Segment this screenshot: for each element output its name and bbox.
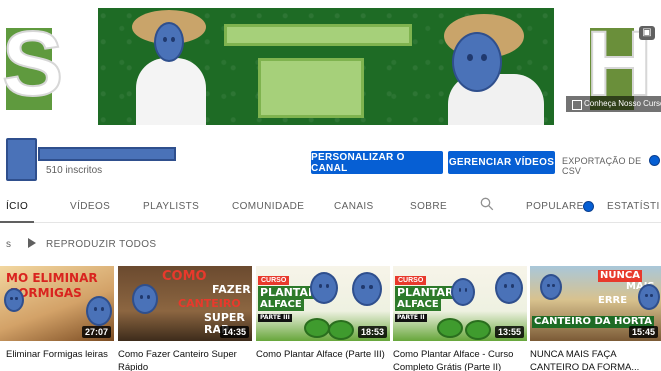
thumbnail-text: SUPER	[204, 311, 245, 324]
video-duration: 14:35	[219, 326, 249, 338]
banner-left-letter: S	[1, 13, 64, 115]
play-icon	[28, 238, 36, 248]
redacted-face	[86, 296, 112, 326]
banner-link[interactable]: Conheça Nosso Curso	[566, 96, 661, 112]
video-thumbnail[interactable]: CURSO PLANTAR ALFACE PARTE III 18:53	[256, 266, 390, 341]
redacted-face	[154, 22, 184, 62]
video-duration: 15:45	[628, 326, 658, 338]
thumbnail-tag: CURSO	[395, 276, 427, 285]
video-title[interactable]: Como Plantar Alface - Curso Completo Grá…	[393, 348, 523, 371]
banner-left-panel: S	[0, 0, 98, 118]
tab-videos[interactable]: VÍDEOS	[70, 201, 110, 212]
customize-channel-button[interactable]: PERSONALIZAR O CANAL	[311, 151, 443, 174]
redacted-face	[4, 288, 24, 312]
video-duration: 27:07	[81, 326, 111, 338]
redacted-face	[452, 32, 502, 92]
channel-banner	[98, 8, 554, 125]
thumbnail-text: ALFACE	[258, 299, 304, 311]
video-thumbnail[interactable]: CURSO PLANTAR ALFACE PARTE II 13:55	[393, 266, 527, 341]
thumbnail-text: MO ELIMINAR	[6, 271, 98, 285]
redacted-face	[638, 284, 660, 310]
tab-channels[interactable]: CANAIS	[334, 201, 374, 212]
redacted-face	[310, 272, 338, 304]
banner-right-panel: H ▣ Conheça Nosso Curso	[566, 0, 661, 118]
stats-tab[interactable]: ESTATÍSTI	[607, 201, 660, 212]
video-duration: 18:53	[357, 326, 387, 338]
play-all-button[interactable]: REPRODUZIR TODOS	[46, 239, 157, 250]
info-icon	[583, 201, 594, 212]
subscriber-count: 510 inscritos	[46, 165, 103, 176]
search-icon[interactable]	[480, 197, 494, 211]
tab-home[interactable]: ÍCIO	[6, 201, 28, 212]
thumbnail-text: PARTE II	[395, 314, 427, 322]
camera-icon[interactable]: ▣	[639, 26, 655, 40]
tab-community[interactable]: COMUNIDADE	[232, 201, 304, 212]
banner-person-right	[438, 8, 554, 125]
thumbnail-tag: CURSO	[258, 276, 290, 285]
info-icon	[649, 155, 660, 166]
thumbnail-text: PLANTAR	[395, 286, 456, 299]
active-tab-indicator	[0, 221, 34, 223]
video-title[interactable]: NUNCA MAIS FAÇA CANTEIRO DA FORMA...	[530, 348, 658, 371]
banner-redacted-text-2	[258, 58, 364, 118]
manage-videos-button[interactable]: GERENCIAR VÍDEOS	[448, 151, 555, 174]
export-csv-button[interactable]: EXPORTAÇÃO DE CSV	[562, 156, 661, 176]
thumbnail-text: FAZER	[212, 283, 251, 296]
banner-person-left	[128, 8, 238, 125]
tab-playlists[interactable]: PLAYLISTS	[143, 201, 199, 212]
thumbnail-text: CANTEIRO	[178, 297, 241, 310]
video-thumbnail[interactable]: COMO FAZER CANTEIRO SUPER RAP 14:35	[118, 266, 252, 341]
thumbnail-text: COMO	[162, 269, 207, 284]
video-title[interactable]: Eliminar Formigas leiras	[6, 348, 110, 371]
video-title[interactable]: Como Fazer Canteiro Super Rápido	[118, 348, 248, 371]
redacted-face	[495, 272, 523, 304]
redacted-face	[451, 278, 475, 306]
channel-name	[38, 147, 176, 161]
redacted-face	[352, 272, 382, 306]
thumbnail-text: ALFACE	[395, 299, 441, 311]
thumbnail-text: ERRE	[598, 295, 628, 306]
redacted-face	[540, 274, 562, 300]
video-duration: 13:55	[494, 326, 524, 338]
redacted-face	[132, 284, 158, 314]
banner-redacted-text	[224, 24, 412, 46]
video-thumbnail[interactable]: MO ELIMINAR FORMIGAS 27:07	[0, 266, 114, 341]
thumbnail-text: PARTE III	[258, 314, 292, 322]
section-title: s	[6, 239, 11, 250]
avatar[interactable]	[6, 138, 37, 181]
popular-sort[interactable]: POPULARES	[526, 201, 591, 212]
video-title[interactable]: Como Plantar Alface (Parte III)	[256, 348, 386, 371]
tab-about[interactable]: SOBRE	[410, 201, 447, 212]
video-thumbnail[interactable]: NUNCA MAIS ERRE CANTEIRO DA HORTA 15:45	[530, 266, 661, 341]
